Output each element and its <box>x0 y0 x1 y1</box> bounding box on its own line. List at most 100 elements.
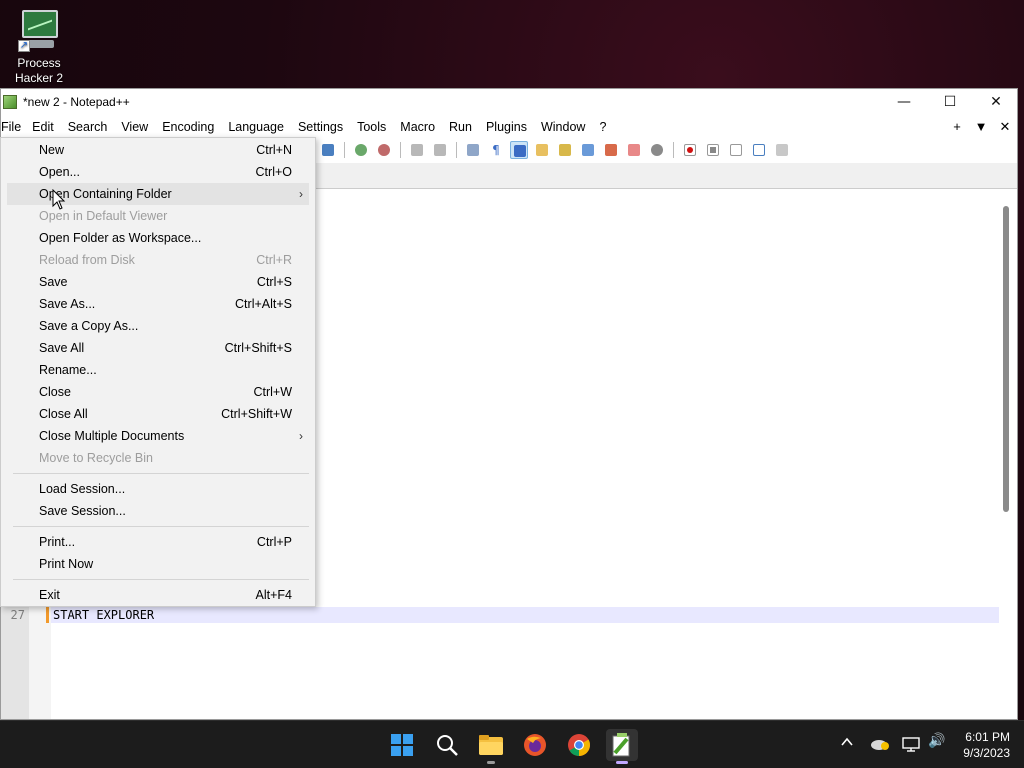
search-icon <box>437 735 458 756</box>
menu-item-shortcut: Ctrl+Shift+W <box>221 407 292 421</box>
file-menu-save-copy-as[interactable]: Save a Copy As... <box>7 315 309 337</box>
menu-macro[interactable]: Macro <box>393 117 442 137</box>
window-title: *new 2 - Notepad++ <box>23 95 130 109</box>
file-menu-save-as[interactable]: Save As... Ctrl+Alt+S <box>7 293 309 315</box>
title-bar[interactable]: *new 2 - Notepad++ — ☐ ✕ <box>1 89 1017 115</box>
taskbar-search-button[interactable] <box>431 729 463 761</box>
menu-run[interactable]: Run <box>442 117 479 137</box>
system-clock[interactable]: 6:01 PM 9/3/2023 <box>963 729 1010 761</box>
file-menu-print-now[interactable]: Print Now <box>7 553 309 575</box>
menu-view[interactable]: View <box>114 117 155 137</box>
menu-item-shortcut: Ctrl+S <box>256 275 292 289</box>
menu-item-label: Rename... <box>39 363 97 377</box>
file-menu-print[interactable]: Print... Ctrl+P <box>7 531 309 553</box>
sync-horizontal-icon[interactable] <box>431 141 449 159</box>
menu-item-shortcut: Ctrl+O <box>255 165 292 179</box>
file-menu-load-session[interactable]: Load Session... <box>7 478 309 500</box>
menu-bar: File Edit Search View Encoding Language … <box>1 117 1017 137</box>
taskbar-notepadpp[interactable] <box>606 729 638 764</box>
zoom-out-icon[interactable] <box>375 141 393 159</box>
file-menu-close[interactable]: Close Ctrl+W <box>7 381 309 403</box>
start-button[interactable] <box>386 729 418 761</box>
taskbar-firefox[interactable] <box>519 729 551 761</box>
menu-item-label: Open... <box>39 165 80 179</box>
vertical-scrollbar[interactable] <box>1003 206 1009 512</box>
indent-guide-icon[interactable] <box>510 141 528 159</box>
udl-icon[interactable] <box>533 141 551 159</box>
menu-item-label: Open Folder as Workspace... <box>39 231 202 245</box>
tray-overflow-chevron[interactable] <box>840 735 854 753</box>
windows-start-icon <box>391 734 413 756</box>
notepad-plus-plus-icon <box>612 733 630 757</box>
menu-separator <box>13 579 309 580</box>
menu-item-label: Save Session... <box>39 504 126 518</box>
run-macro-multiple-icon[interactable] <box>750 141 768 159</box>
maximize-button[interactable]: ☐ <box>927 89 973 115</box>
menu-edit[interactable]: Edit <box>25 117 61 137</box>
menu-item-label: Close Multiple Documents <box>39 429 185 443</box>
taskbar-file-explorer[interactable] <box>475 729 507 764</box>
change-marker <box>46 607 49 623</box>
menu-item-shortcut: Ctrl+P <box>256 535 292 549</box>
menu-item-label: Exit <box>39 588 60 602</box>
word-wrap-icon[interactable] <box>464 141 482 159</box>
sync-vertical-icon[interactable] <box>408 141 426 159</box>
menu-help[interactable]: ? <box>592 117 613 137</box>
file-menu-save-all[interactable]: Save All Ctrl+Shift+S <box>7 337 309 359</box>
show-all-chars-icon[interactable]: ¶ <box>487 141 505 159</box>
file-menu-new[interactable]: New Ctrl+N <box>7 139 309 161</box>
file-menu-reload: Reload from Disk Ctrl+R <box>7 249 309 271</box>
clock-time: 6:01 PM <box>965 730 1010 744</box>
play-macro-icon[interactable] <box>727 141 745 159</box>
function-list-icon[interactable] <box>602 141 620 159</box>
record-macro-icon[interactable] <box>681 141 699 159</box>
new-tab-button[interactable]: + <box>945 117 969 137</box>
menu-window[interactable]: Window <box>534 117 592 137</box>
menu-item-label: Save <box>39 275 68 289</box>
file-menu-rename[interactable]: Rename... <box>7 359 309 381</box>
menu-item-shortcut: Ctrl+N <box>256 143 292 157</box>
onedrive-tray[interactable] <box>870 737 890 755</box>
wrap-icon[interactable] <box>319 141 337 159</box>
desktop-icon-label-2: Hacker 2 <box>14 71 64 85</box>
menu-encoding[interactable]: Encoding <box>155 117 221 137</box>
close-button[interactable]: ✕ <box>973 89 1017 115</box>
menu-item-label: Move to Recycle Bin <box>39 451 153 465</box>
menu-search[interactable]: Search <box>61 117 115 137</box>
file-menu-open[interactable]: Open... Ctrl+O <box>7 161 309 183</box>
doc-map-icon[interactable] <box>556 141 574 159</box>
menu-item-shortcut: Ctrl+Shift+S <box>224 341 292 355</box>
menu-settings[interactable]: Settings <box>291 117 350 137</box>
file-menu-open-folder-workspace[interactable]: Open Folder as Workspace... <box>7 227 309 249</box>
stop-macro-icon[interactable] <box>704 141 722 159</box>
minimize-button[interactable]: — <box>881 89 927 115</box>
menu-file[interactable]: File <box>1 117 26 137</box>
file-menu-exit[interactable]: Exit Alt+F4 <box>7 584 309 606</box>
desktop-icon-label-1: Process <box>17 56 61 70</box>
submenu-arrow-icon: › <box>299 429 303 443</box>
notepadpp-app-icon <box>3 95 17 109</box>
menu-item-label: Load Session... <box>39 482 126 496</box>
file-menu-close-all[interactable]: Close All Ctrl+Shift+W <box>7 403 309 425</box>
menu-tools[interactable]: Tools <box>350 117 393 137</box>
taskbar-chrome[interactable] <box>563 729 595 761</box>
monitoring-icon[interactable] <box>648 141 666 159</box>
file-menu-save[interactable]: Save Ctrl+S <box>7 271 309 293</box>
chrome-icon <box>568 734 590 756</box>
chevron-up-icon <box>841 737 853 746</box>
save-macro-icon[interactable] <box>773 141 791 159</box>
close-tab-button[interactable]: ✕ <box>993 117 1017 137</box>
folder-workspace-icon[interactable] <box>625 141 643 159</box>
network-tray[interactable] <box>902 735 920 757</box>
desktop-icon-process-hacker[interactable]: ↗ Process Hacker 2 <box>8 8 70 86</box>
file-menu-save-session[interactable]: Save Session... <box>7 500 309 522</box>
file-menu-close-multiple[interactable]: Close Multiple Documents › <box>7 425 309 447</box>
tab-list-button[interactable]: ▼ <box>969 117 993 137</box>
menu-language[interactable]: Language <box>221 117 291 137</box>
menu-item-shortcut: Ctrl+W <box>253 385 292 399</box>
code-line[interactable]: START EXPLORER <box>53 607 154 623</box>
zoom-in-icon[interactable] <box>352 141 370 159</box>
menu-plugins[interactable]: Plugins <box>479 117 534 137</box>
doc-list-icon[interactable] <box>579 141 597 159</box>
volume-tray[interactable]: 🔊 <box>928 733 945 749</box>
